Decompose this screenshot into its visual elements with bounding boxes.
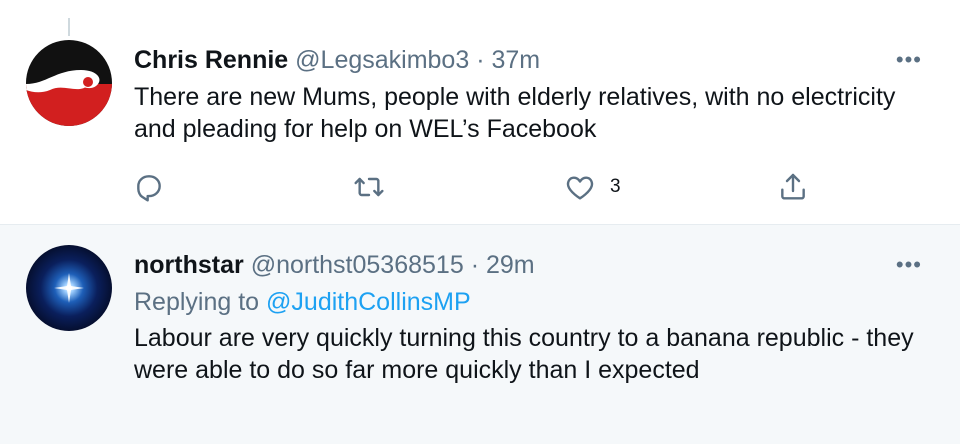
display-name[interactable]: Chris Rennie [134, 46, 288, 74]
more-options-icon[interactable]: ••• [896, 254, 922, 276]
tweet-northstar[interactable]: northstar @northst05368515 · 29m ••• Rep… [0, 225, 960, 444]
timestamp[interactable]: 37m [491, 46, 540, 74]
tweet-header: northstar @northst05368515 · 29m [134, 250, 535, 280]
reply-icon [137, 175, 161, 202]
tino-rangatiratanga-flag-avatar [26, 40, 112, 126]
retweet-button[interactable] [353, 170, 399, 204]
like-button[interactable]: 3 [564, 170, 621, 204]
like-count: 3 [610, 176, 621, 197]
retweet-icon [354, 177, 384, 197]
reply-button[interactable] [133, 170, 179, 204]
handle[interactable]: @Legsakimbo3 [295, 46, 469, 74]
share-button[interactable] [777, 170, 823, 204]
separator-dot: · [470, 251, 480, 279]
share-icon [781, 173, 805, 200]
star-glow-avatar [26, 245, 112, 331]
tweet-chris-rennie[interactable]: Chris Rennie @Legsakimbo3 · 37m ••• Ther… [0, 0, 960, 225]
tweet-header: Chris Rennie @Legsakimbo3 · 37m [134, 45, 540, 75]
more-options-icon[interactable]: ••• [896, 49, 922, 71]
tweet-text: There are new Mums, people with elderly … [134, 83, 896, 143]
thread-connector-line [68, 18, 70, 36]
like-icon [566, 176, 594, 200]
mention-link[interactable]: @JudithCollinsMP [266, 288, 471, 316]
display-name[interactable]: northstar [134, 251, 244, 279]
avatar[interactable] [26, 245, 112, 331]
avatar[interactable] [26, 40, 112, 126]
timestamp[interactable]: 29m [486, 251, 535, 279]
replying-to-line: Replying to @JudithCollinsMP [134, 286, 471, 318]
separator-dot: · [476, 46, 485, 74]
handle[interactable]: @northst05368515 [251, 251, 464, 279]
tweet-text: Labour are very quickly turning this cou… [134, 324, 914, 384]
replying-to-label: Replying to [134, 288, 260, 316]
